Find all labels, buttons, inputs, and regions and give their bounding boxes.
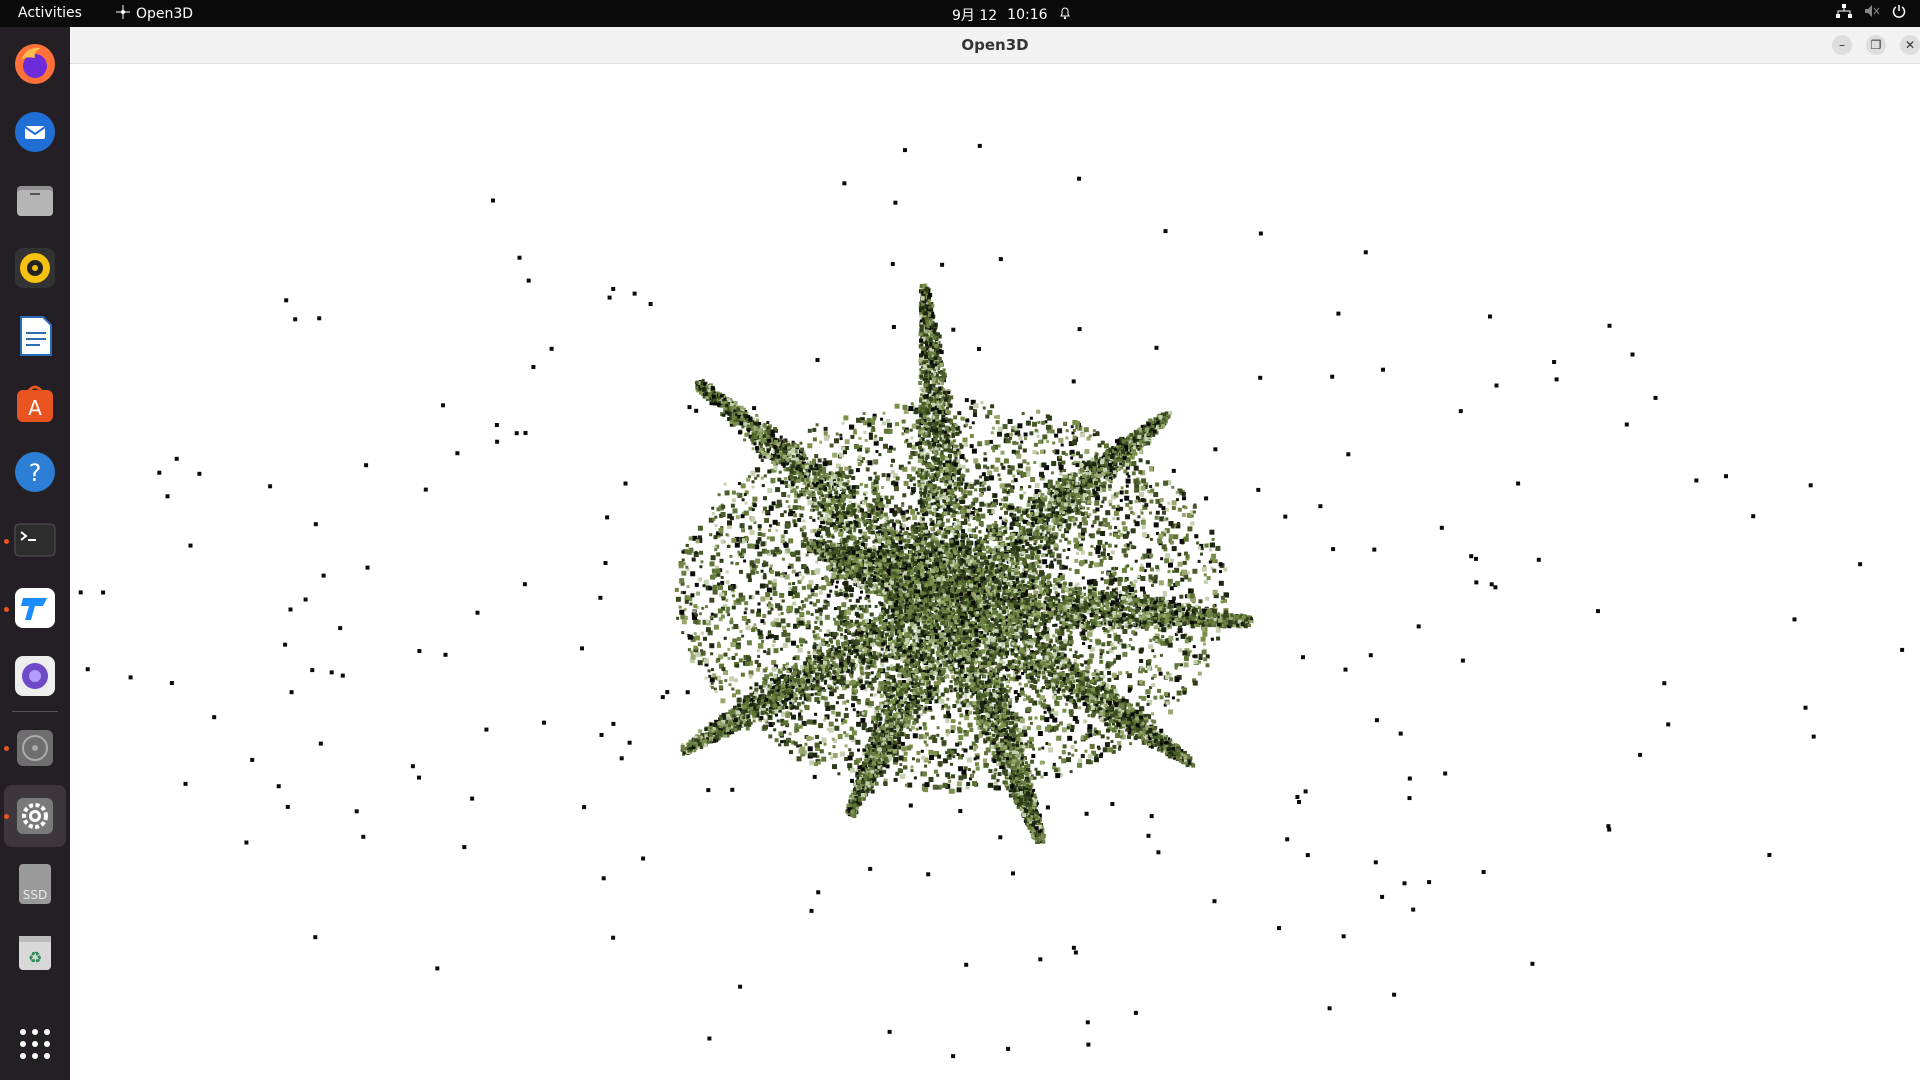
top-bar: Activities Open3D 9月 12 10:16 (0, 0, 1920, 27)
thunderbird-icon (15, 112, 55, 152)
screenshot-launcher[interactable] (11, 652, 59, 700)
files-icon (17, 186, 53, 216)
trash-launcher[interactable]: ♻ (11, 928, 59, 976)
app-center-icon: A (17, 385, 53, 422)
running-indicator (4, 539, 9, 544)
trash-icon: ♻ (19, 936, 51, 970)
rhythmbox-launcher[interactable] (11, 244, 59, 292)
files-launcher[interactable] (11, 176, 59, 224)
open3d-app-icon (116, 5, 130, 23)
maximize-button[interactable]: ❐ (1866, 35, 1886, 55)
terminal-launcher[interactable] (11, 516, 59, 564)
screenshot-app-icon (15, 656, 55, 696)
close-button[interactable]: ✕ (1900, 35, 1920, 55)
app-grid-icon (20, 1029, 50, 1059)
app-center-launcher[interactable]: A (11, 380, 59, 428)
time-label: 10:16 (1007, 7, 1048, 23)
minimize-icon: – (1839, 38, 1845, 52)
clock[interactable]: 9月 12 10:16 (952, 5, 1072, 25)
firefox-launcher[interactable] (11, 40, 59, 88)
thunderbird-launcher[interactable] (11, 108, 59, 156)
show-apps-button[interactable] (11, 1020, 59, 1068)
ssd-label: SSD (23, 888, 47, 902)
help-icon: ? (15, 452, 55, 492)
svg-text:A: A (28, 396, 42, 420)
help-launcher[interactable]: ? (11, 448, 59, 496)
libreoffice-writer-icon (20, 316, 52, 356)
network-icon (1836, 4, 1852, 22)
app-menu[interactable]: Open3D (116, 5, 193, 23)
open3d-window: Open3D – ❐ ✕ (70, 27, 1920, 1080)
svg-text:?: ? (29, 459, 42, 487)
activities-button[interactable]: Activities (18, 5, 82, 21)
writer-launcher[interactable] (11, 312, 59, 360)
settings-launcher[interactable] (11, 792, 59, 840)
toolbox-app-icon (15, 588, 55, 628)
disc-launcher[interactable] (11, 724, 59, 772)
restore-icon: ❐ (1870, 38, 1882, 52)
running-indicator (4, 607, 9, 612)
system-tray[interactable] (1836, 4, 1906, 22)
ssd-launcher[interactable]: SSD (11, 860, 59, 908)
minimize-button[interactable]: – (1832, 35, 1852, 55)
window-title: Open3D (961, 36, 1029, 54)
point-cloud (78, 143, 1905, 1059)
close-icon: ✕ (1904, 38, 1916, 52)
running-indicator (4, 814, 9, 819)
window-titlebar[interactable]: Open3D – ❐ ✕ (70, 27, 1920, 64)
rhythmbox-icon (15, 248, 55, 288)
svg-text:♻: ♻ (28, 948, 42, 967)
app-menu-label: Open3D (136, 6, 194, 22)
volume-muted-icon (1864, 4, 1880, 22)
disc-icon (17, 730, 53, 766)
point-cloud-viewport[interactable] (70, 64, 1920, 1080)
firefox-icon (15, 44, 55, 84)
power-icon (1892, 4, 1906, 22)
bell-icon (1058, 6, 1072, 24)
terminal-icon (14, 523, 56, 557)
toolbox-launcher[interactable] (11, 584, 59, 632)
running-indicator (4, 746, 9, 751)
ssd-drive-icon: SSD (19, 864, 51, 904)
settings-icon (17, 798, 53, 834)
date-label: 9月 12 (952, 8, 998, 24)
dock: A ? SSD ♻ (0, 27, 70, 1080)
dock-separator (12, 711, 58, 712)
